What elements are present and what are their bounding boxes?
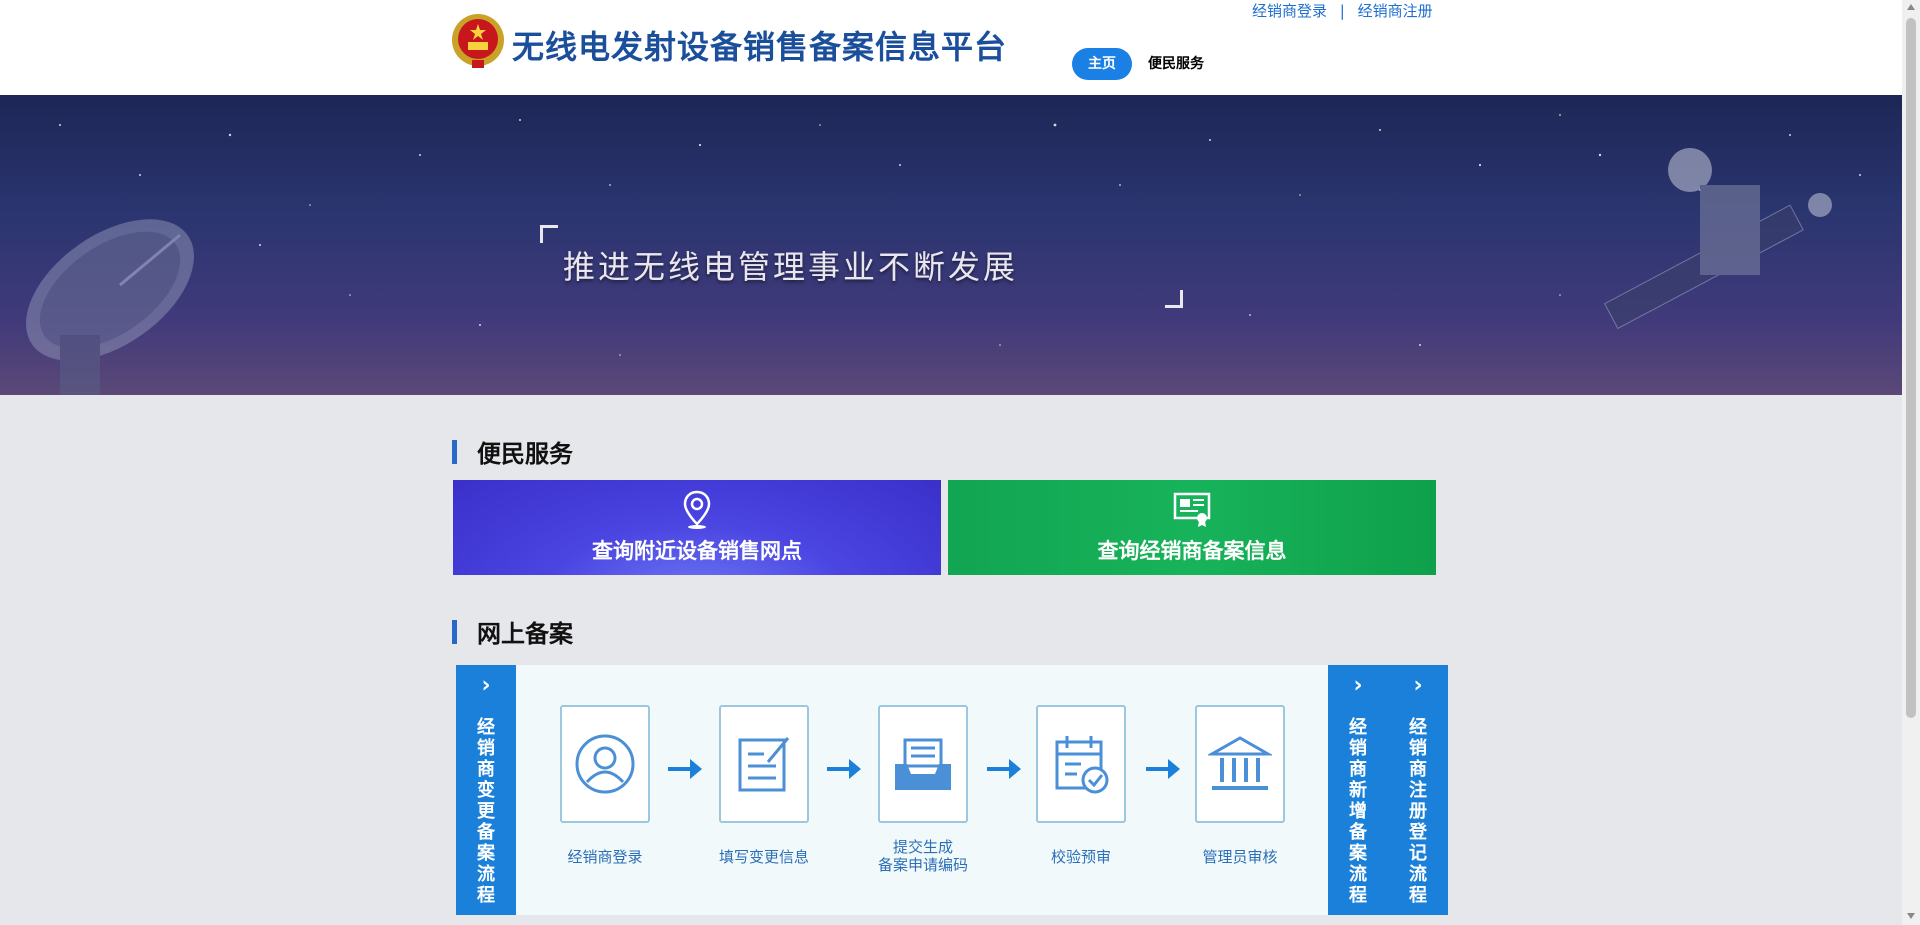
account-links: 经销商登录 | 经销商注册 [1252,0,1433,21]
dealer-new-filing-label: 经销商新增备案流程 [1349,717,1367,906]
inbox-tray-icon [895,738,951,790]
banner-slogan: 推进无线电管理事业不断发展 [563,248,1019,286]
nav-tab-home[interactable]: 主页 [1072,48,1132,80]
site-header: 无线电发射设备销售备案信息平台 经销商登录 | 经销商注册 主页 便民服务 [0,0,1902,95]
step-dealer-login [560,705,650,823]
arrow-right-icon [987,759,1021,779]
radar-dish-illustration [26,219,194,395]
dealer-filing-query-label: 查询经销商备案信息 [1097,539,1287,563]
step-label-dealer-login: 经销商登录 [567,848,643,866]
nearby-outlets-card[interactable]: 查询附近设备销售网点 [453,480,941,575]
government-building-icon [1208,736,1272,790]
arrow-right-icon [1146,759,1180,779]
scroll-down-arrow-icon[interactable] [1907,913,1915,919]
slogan-bracket-left [540,225,558,243]
scrollbar-thumb[interactable] [1906,18,1916,718]
slogan-bracket-right [1165,290,1183,308]
step-fill-change-info [719,705,809,823]
step-label-submit-line1: 提交生成 [892,838,953,856]
dealer-filing-query-card[interactable]: 查询经销商备案信息 [948,480,1436,575]
filing-section-header: 网上备案 [452,614,573,649]
section-marker [452,439,457,464]
nearby-outlets-label: 查询附近设备销售网点 [592,539,802,563]
chevron-right-icon: › [1413,673,1423,698]
user-icon [575,734,635,794]
step-admin-review [1195,705,1285,823]
hero-banner: 推进无线电管理事业不断发展 [0,95,1902,395]
dealer-registration-button[interactable]: › 经销商注册登记流程 [1388,665,1448,915]
step-label-fill-change-info: 填写变更信息 [718,848,809,866]
national-emblem-icon [452,14,504,68]
chevron-right-icon: › [1353,673,1363,698]
service-section-title: 便民服务 [477,440,573,468]
nav-tab-service[interactable]: 便民服务 [1132,48,1220,80]
edit-form-icon [738,737,790,792]
arrow-right-icon [827,759,861,779]
location-pin-icon [683,490,711,529]
dealer-change-filing-label: 经销商变更备案流程 [477,717,495,906]
step-label-submit-line2: 备案申请编码 [877,856,968,874]
dealer-login-link[interactable]: 经销商登录 [1252,2,1327,20]
certificate-icon [1173,492,1211,527]
dealer-change-filing-button[interactable]: › 经销商变更备案流程 [456,665,516,915]
dealer-register-link[interactable]: 经销商注册 [1358,2,1433,20]
filing-process-panel: › 经销商变更备案流程 经销商登录 填写变更信息 提交生成 备案申请编码 校验预… [456,665,1448,915]
dealer-new-filing-button[interactable]: › 经销商新增备案流程 [1328,665,1388,915]
satellite-illustration [1603,148,1832,330]
main-nav: 主页 便民服务 [1072,48,1220,80]
step-label-verify-precheck: 校验预审 [1050,848,1111,866]
chevron-right-icon: › [481,673,491,698]
step-verify-precheck [1036,705,1126,823]
arrow-right-icon [668,759,702,779]
step-submit-application [878,705,968,823]
service-section-header: 便民服务 [452,434,573,469]
calendar-check-icon [1055,736,1109,794]
site-title: 无线电发射设备销售备案信息平台 [512,28,1008,66]
scroll-up-arrow-icon[interactable] [1907,4,1915,10]
filing-section-title: 网上备案 [477,620,573,648]
dealer-registration-label: 经销商注册登记流程 [1409,717,1427,906]
step-label-admin-review: 管理员审核 [1202,848,1278,866]
section-marker [452,619,457,644]
page-scrollbar[interactable] [1902,0,1920,925]
link-separator: | [1339,2,1345,20]
